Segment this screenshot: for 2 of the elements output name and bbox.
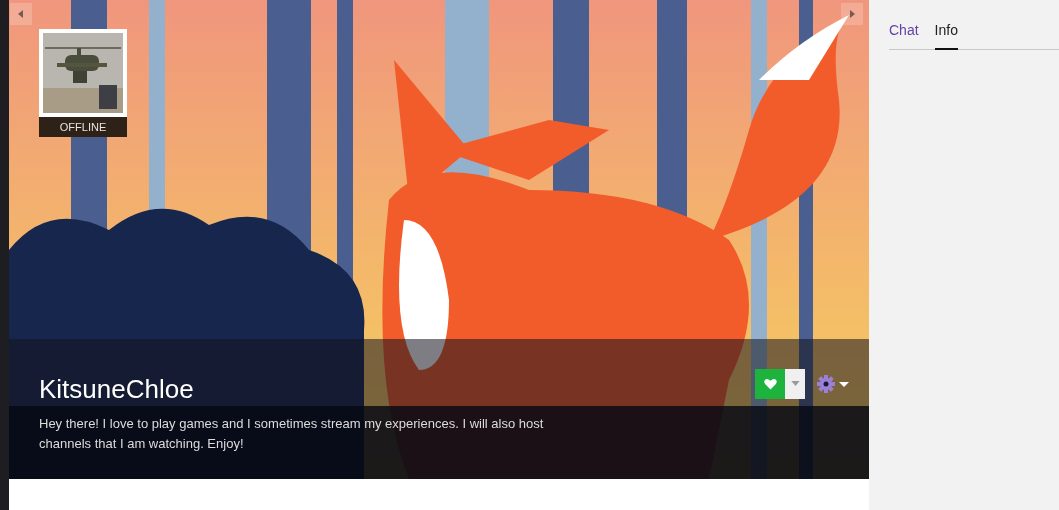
tab[interactable]: Info (934, 20, 958, 50)
tab[interactable]: Chat (889, 20, 919, 50)
